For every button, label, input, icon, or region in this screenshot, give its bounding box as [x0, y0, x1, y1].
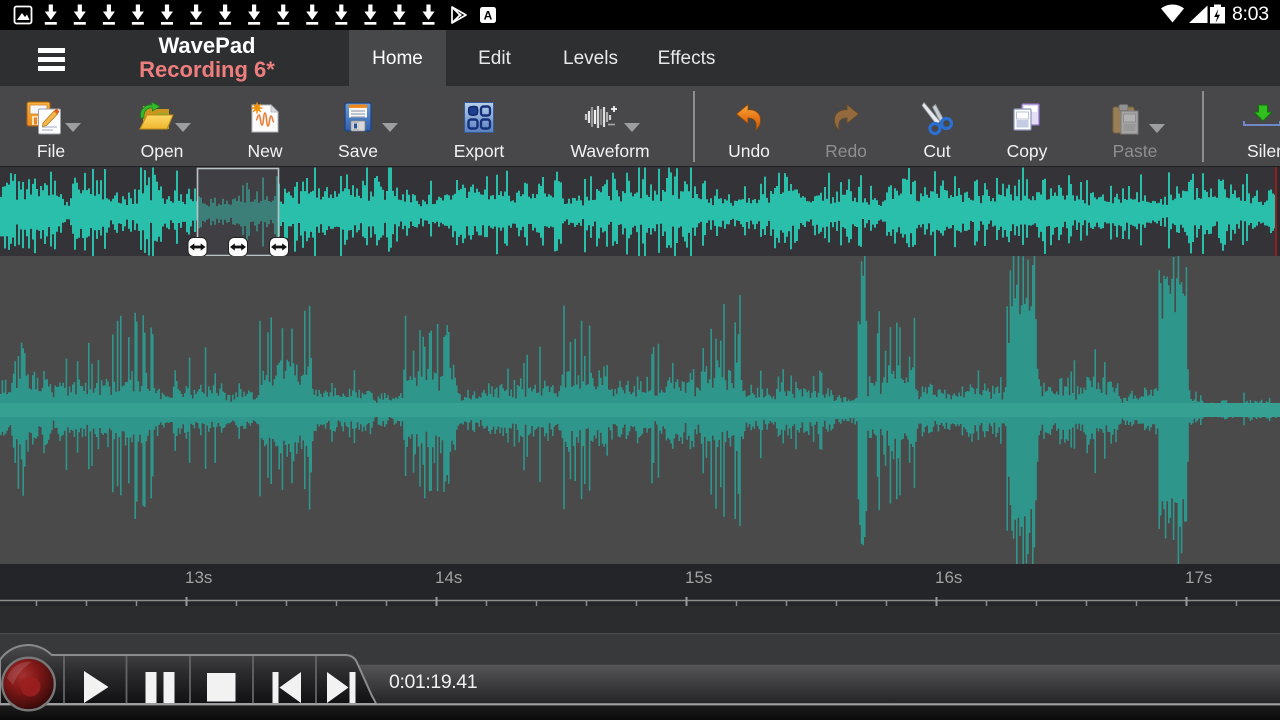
svg-text:A: A: [484, 9, 493, 23]
svg-text:0:01:19.41: 0:01:19.41: [389, 671, 477, 693]
